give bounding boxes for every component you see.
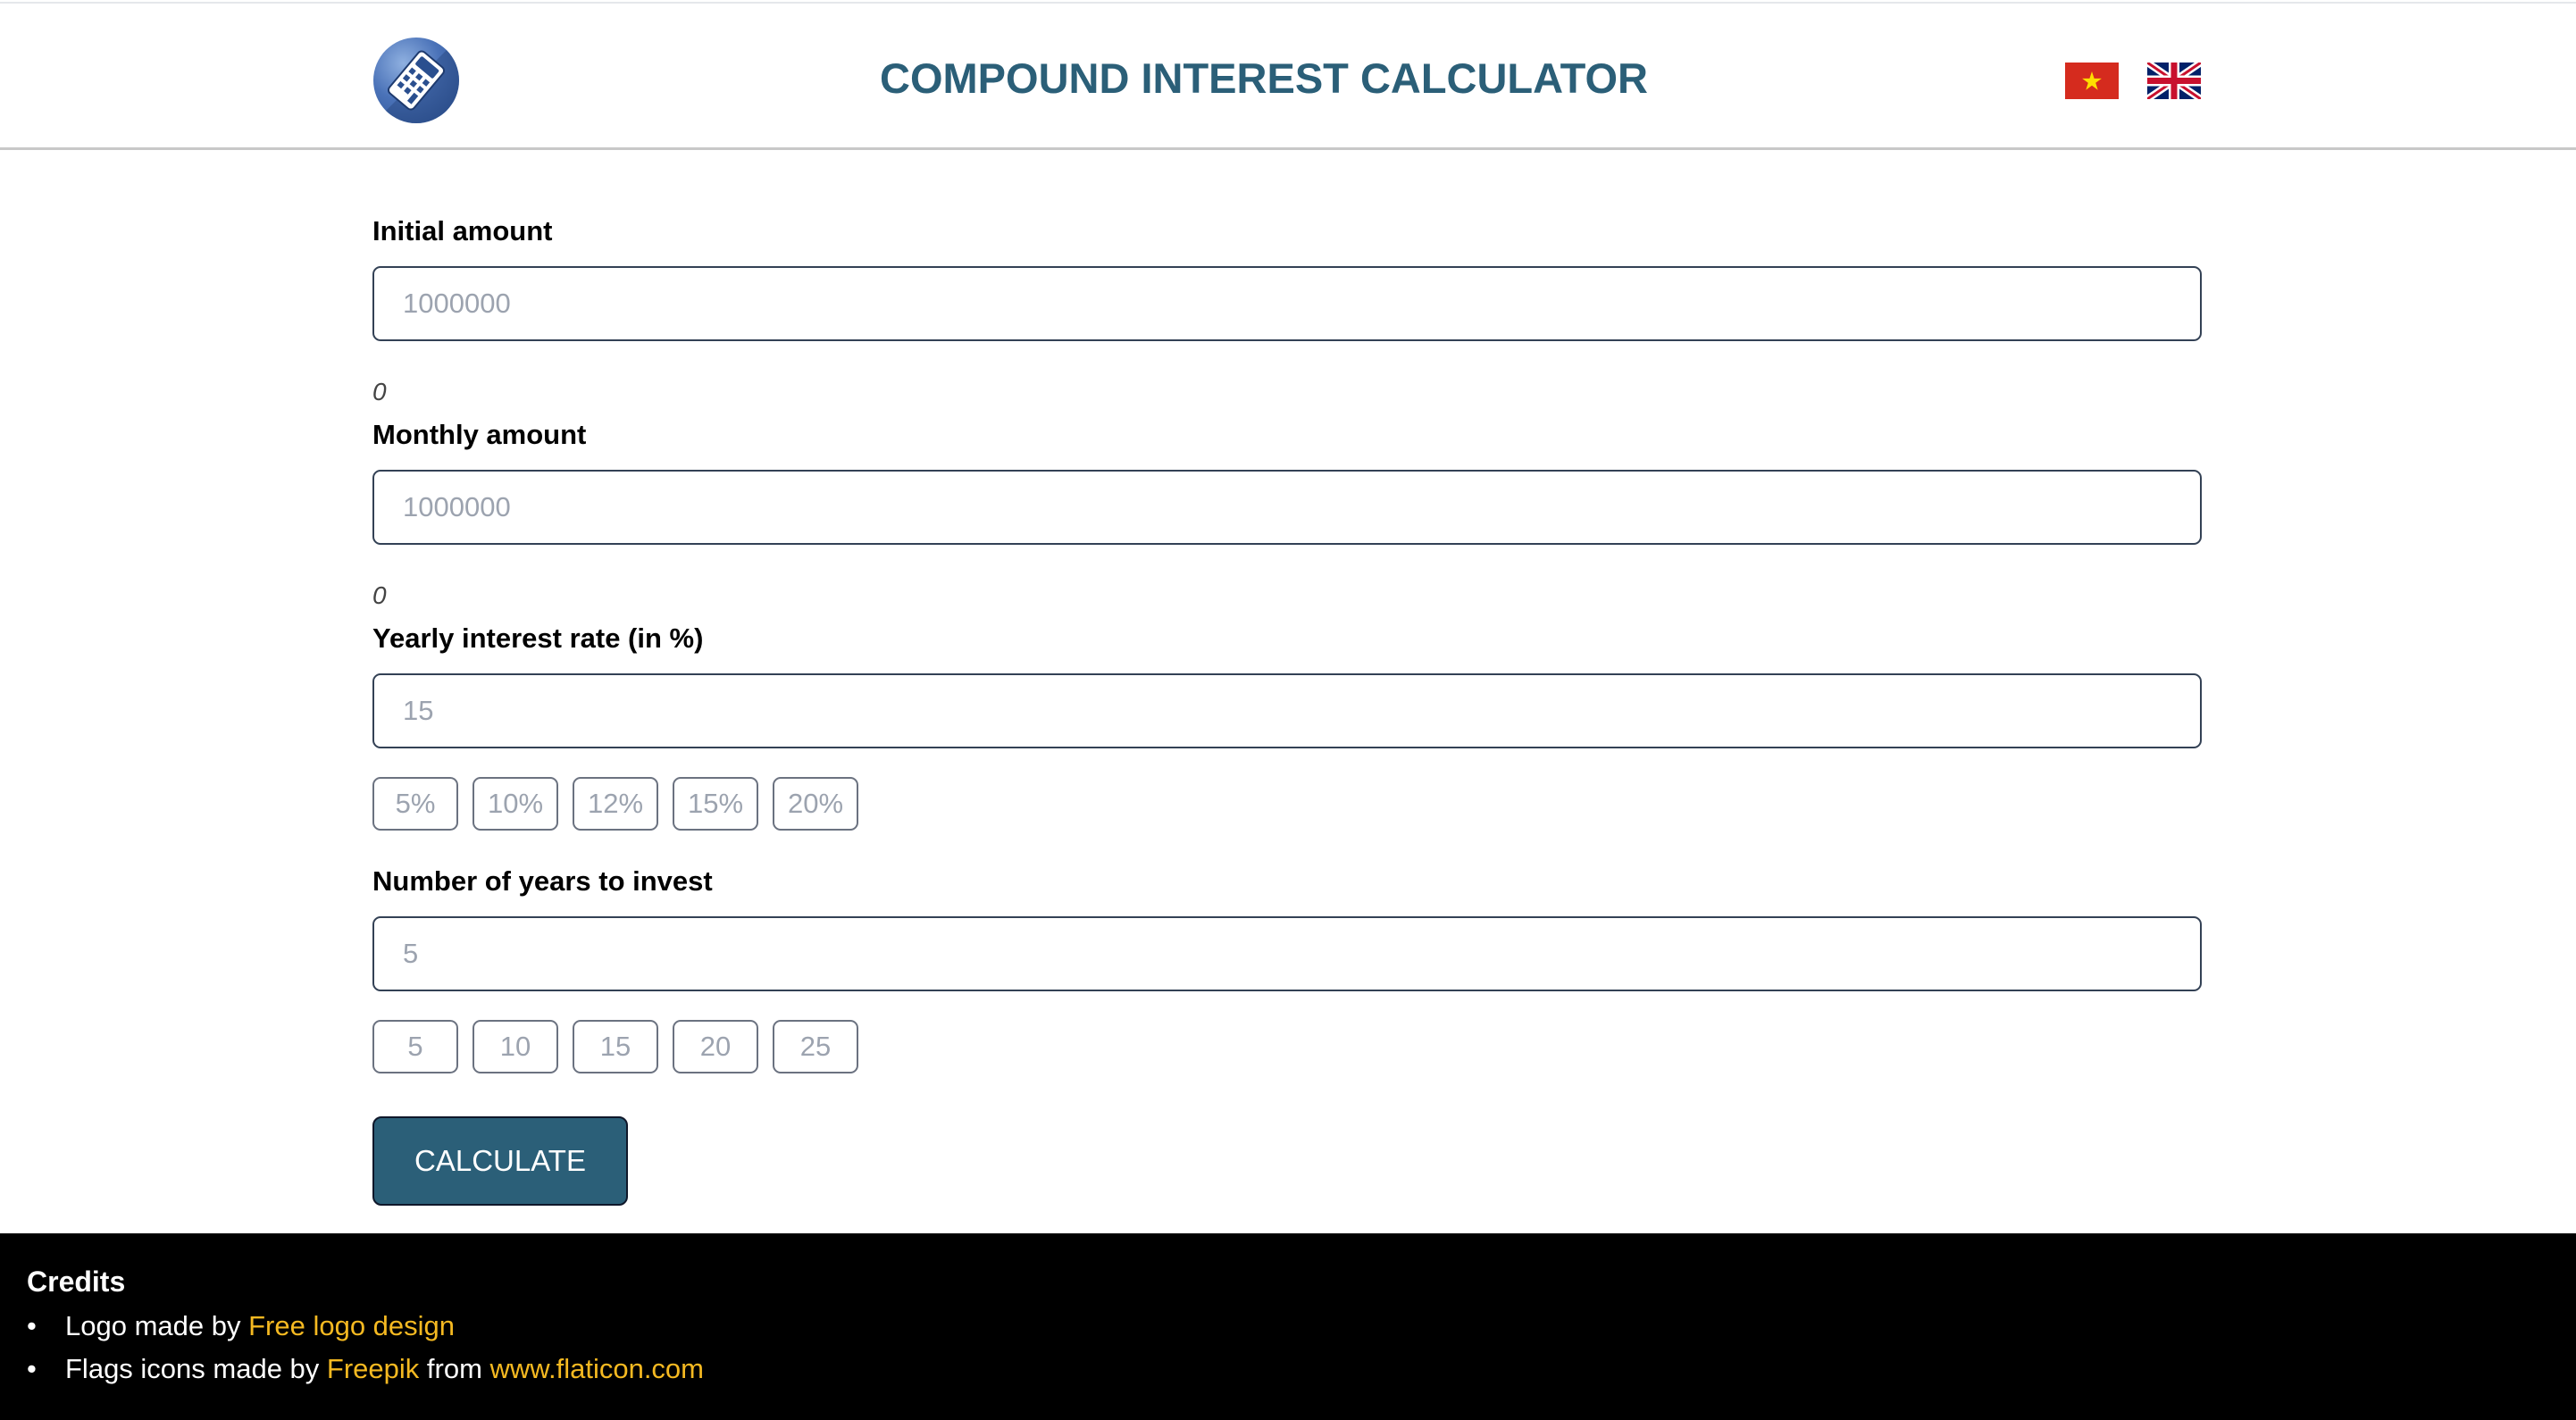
years-label: Number of years to invest [372, 865, 713, 897]
vietnam-flag-icon[interactable] [2065, 63, 2119, 99]
monthly-amount-input[interactable] [372, 470, 2202, 545]
years-preset-10[interactable]: 10 [473, 1020, 558, 1073]
years-preset-25[interactable]: 25 [773, 1020, 858, 1073]
free-logo-design-link[interactable]: Free logo design [248, 1310, 455, 1341]
monthly-amount-label: Monthly amount [372, 419, 587, 450]
credit-flags-text: Flags icons made by [65, 1353, 327, 1384]
years-preset-20[interactable]: 20 [673, 1020, 758, 1073]
credit-flags: • Flags icons made by Freepik from www.fl… [27, 1353, 704, 1385]
initial-amount-hint: 0 [372, 378, 387, 405]
interest-rate-input[interactable] [372, 673, 2202, 748]
credits-title: Credits [27, 1265, 126, 1298]
rate-preset-5[interactable]: 5% [372, 777, 458, 831]
interest-rate-label: Yearly interest rate (in %) [372, 622, 704, 654]
credit-logo-text: Logo made by [65, 1310, 249, 1341]
rate-preset-10[interactable]: 10% [473, 777, 558, 831]
calculate-button[interactable]: CALCULATE [372, 1116, 628, 1206]
credit-logo: • Logo made by Free logo design [27, 1310, 455, 1342]
page: COMPOUND INTEREST CALCULATOR Initial amo… [0, 0, 2576, 1420]
header: COMPOUND INTEREST CALCULATOR [0, 2, 2576, 150]
rate-preset-15[interactable]: 15% [673, 777, 758, 831]
credit-from-text: from [419, 1353, 490, 1384]
monthly-amount-hint: 0 [372, 581, 387, 609]
bullet: • [27, 1310, 37, 1341]
rate-preset-12[interactable]: 12% [573, 777, 658, 831]
years-preset-15[interactable]: 15 [573, 1020, 658, 1073]
freepik-link[interactable]: Freepik [327, 1353, 419, 1384]
uk-flag-icon[interactable] [2147, 63, 2201, 99]
initial-amount-input[interactable] [372, 266, 2202, 341]
years-preset-5[interactable]: 5 [372, 1020, 458, 1073]
flaticon-link[interactable]: www.flaticon.com [490, 1353, 704, 1384]
years-input[interactable] [372, 916, 2202, 991]
rate-preset-20[interactable]: 20% [773, 777, 858, 831]
bullet: • [27, 1353, 37, 1384]
footer: Credits • Logo made by Free logo design •… [0, 1233, 2576, 1420]
initial-amount-label: Initial amount [372, 215, 553, 246]
